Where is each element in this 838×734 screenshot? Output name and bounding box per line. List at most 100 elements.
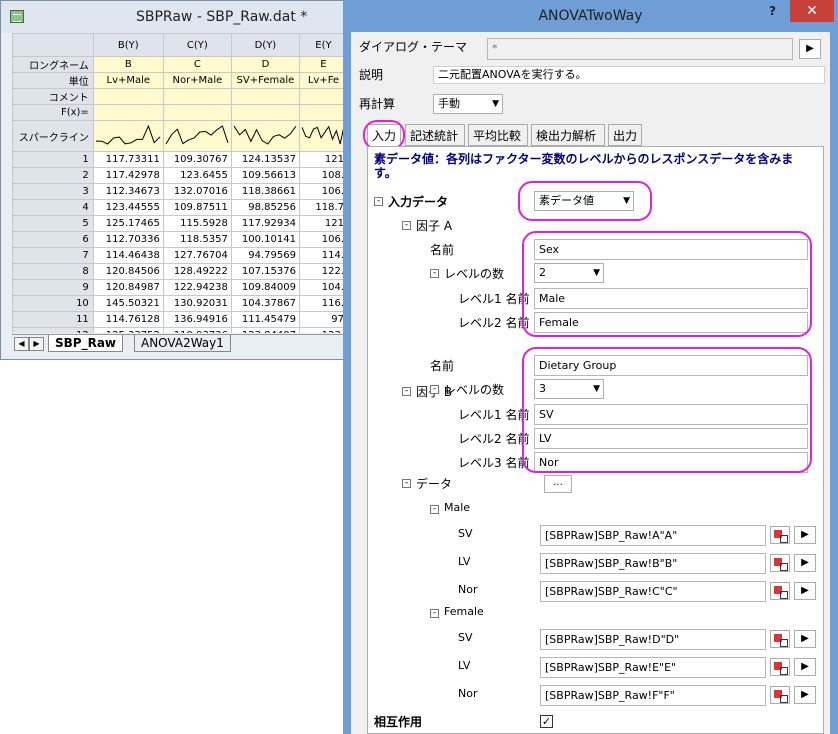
meta-cell[interactable]: Lv+Fe xyxy=(298,72,347,89)
data-cell[interactable]: 122.94238 xyxy=(162,279,232,296)
interaction-checkbox[interactable]: ✓ xyxy=(540,715,553,728)
meta-cell[interactable] xyxy=(162,104,232,121)
range-menu-button[interactable]: ▶ xyxy=(794,554,816,572)
female-lv-range[interactable]: [SBPRaw]SBP_Raw!E"E" xyxy=(540,657,766,678)
range-picker-icon[interactable] xyxy=(770,630,790,648)
sparkline-cell[interactable] xyxy=(162,120,232,152)
meta-cell[interactable] xyxy=(162,88,232,105)
data-cell[interactable]: 100.10141 xyxy=(230,231,300,248)
data-cell[interactable]: 115.5928 xyxy=(162,215,232,232)
sparkline-cell[interactable] xyxy=(298,120,347,152)
collapse-factor-b-levels-icon[interactable]: - xyxy=(430,385,439,394)
data-cell[interactable]: 132.07016 xyxy=(162,183,232,200)
collapse-data-icon[interactable]: - xyxy=(402,479,411,488)
male-lv-range[interactable]: [SBPRaw]SBP_Raw!B"B" xyxy=(540,553,766,574)
meta-cell[interactable]: Lv+Male xyxy=(92,72,164,89)
data-cell[interactable]: 123.44555 xyxy=(92,199,164,216)
meta-cell[interactable]: E xyxy=(298,56,347,73)
range-menu-button[interactable]: ▶ xyxy=(794,526,816,544)
row-header[interactable]: 1 xyxy=(12,151,94,168)
data-cell[interactable]: 97 xyxy=(298,311,347,328)
data-cell[interactable]: 109.87511 xyxy=(162,199,232,216)
range-menu-button[interactable]: ▶ xyxy=(794,658,816,676)
female-sv-range[interactable]: [SBPRaw]SBP_Raw!D"D" xyxy=(540,629,766,650)
tab-power-analysis[interactable]: 検出力解析 xyxy=(531,124,605,146)
range-menu-button[interactable]: ▶ xyxy=(794,630,816,648)
tab-means-comparison[interactable]: 平均比較 xyxy=(468,124,528,146)
data-cell[interactable]: 124.13537 xyxy=(230,151,300,168)
meta-cell[interactable]: D xyxy=(230,56,300,73)
data-cell[interactable]: 127.76704 xyxy=(162,247,232,264)
range-picker-icon[interactable] xyxy=(770,658,790,676)
sparkline-cell[interactable] xyxy=(230,120,300,152)
collapse-factor-a-icon[interactable]: - xyxy=(402,221,411,230)
meta-cell[interactable]: B xyxy=(92,56,164,73)
data-cell[interactable]: 109.84009 xyxy=(230,279,300,296)
corner-cell[interactable] xyxy=(12,33,94,57)
data-cell[interactable]: 117.92934 xyxy=(230,215,300,232)
data-cell[interactable]: 128.49222 xyxy=(162,263,232,280)
data-cell[interactable]: 98.85256 xyxy=(230,199,300,216)
data-cell[interactable]: 123. xyxy=(298,327,347,333)
collapse-female-icon[interactable]: - xyxy=(430,609,439,618)
data-cell[interactable]: 145.50321 xyxy=(92,295,164,312)
data-cell[interactable]: 109.30767 xyxy=(162,151,232,168)
row-header[interactable]: 5 xyxy=(12,215,94,232)
data-cell[interactable]: 118.7 xyxy=(298,199,347,216)
tab-descriptive-stats[interactable]: 記述統計 xyxy=(405,124,465,146)
data-cell[interactable]: 125.33752 xyxy=(92,327,164,333)
column-header[interactable]: C(Y) xyxy=(162,33,232,57)
collapse-factor-b-icon[interactable]: - xyxy=(402,387,411,396)
worksheet-grid[interactable]: B(Y) C(Y) D(Y) E(Y ロングネーム B C D E 単位 Lv+Male Nor+Ma… xyxy=(12,33,347,333)
row-header[interactable]: 6 xyxy=(12,231,94,248)
data-cell[interactable]: 118.38661 xyxy=(230,183,300,200)
data-cell[interactable]: 108. xyxy=(298,167,347,184)
range-picker-icon[interactable] xyxy=(770,582,790,600)
meta-cell[interactable] xyxy=(298,104,347,121)
collapse-factor-a-levels-icon[interactable]: - xyxy=(430,269,439,278)
meta-cell[interactable]: C xyxy=(162,56,232,73)
data-cell[interactable]: 121 xyxy=(298,151,347,168)
data-cell[interactable]: 106. xyxy=(298,183,347,200)
column-header[interactable]: E(Y xyxy=(298,33,347,57)
data-cell[interactable]: 120.84506 xyxy=(92,263,164,280)
row-header[interactable]: 2 xyxy=(12,167,94,184)
prev-sheet-button[interactable]: ◀ xyxy=(14,337,29,351)
row-header[interactable]: 10 xyxy=(12,295,94,312)
row-header[interactable]: 11 xyxy=(12,311,94,328)
female-nor-range[interactable]: [SBPRaw]SBP_Raw!F"F" xyxy=(540,685,766,706)
next-sheet-button[interactable]: ▶ xyxy=(29,337,44,351)
meta-cell[interactable] xyxy=(92,88,164,105)
meta-cell[interactable] xyxy=(230,88,300,105)
male-sv-range[interactable]: [SBPRaw]SBP_Raw!A"A" xyxy=(540,525,766,546)
data-cell[interactable]: 123.84407 xyxy=(230,327,300,333)
data-cell[interactable]: 122. xyxy=(298,263,347,280)
data-cell[interactable]: 123.6455 xyxy=(162,167,232,184)
data-cell[interactable]: 111.45479 xyxy=(230,311,300,328)
recalculate-select[interactable]: 手動 ▼ xyxy=(433,94,503,114)
data-cell[interactable]: 112.70336 xyxy=(92,231,164,248)
data-cell[interactable]: 136.94916 xyxy=(162,311,232,328)
row-header[interactable]: ロングネーム xyxy=(12,56,94,73)
range-picker-icon[interactable] xyxy=(770,686,790,704)
row-header[interactable]: 3 xyxy=(12,183,94,200)
row-header[interactable]: 7 xyxy=(12,247,94,264)
data-cell[interactable]: 130.92031 xyxy=(162,295,232,312)
worksheet-titlebar[interactable]: SBPRaw - SBP_Raw.dat * xyxy=(1,1,347,33)
data-cell[interactable]: 114. xyxy=(298,247,347,264)
data-cell[interactable]: 121 xyxy=(298,215,347,232)
male-nor-range[interactable]: [SBPRaw]SBP_Raw!C"C" xyxy=(540,581,766,602)
meta-cell[interactable] xyxy=(298,88,347,105)
sheet-tab-anova2way1[interactable]: ANOVA2Way1 xyxy=(134,335,231,352)
sparkline-cell[interactable] xyxy=(92,120,164,152)
range-picker-icon[interactable] xyxy=(770,526,790,544)
data-cell[interactable]: 117.73311 xyxy=(92,151,164,168)
range-picker-icon[interactable] xyxy=(770,554,790,572)
data-cell[interactable]: 94.79569 xyxy=(230,247,300,264)
row-header[interactable]: 12 xyxy=(12,327,94,333)
data-cell[interactable]: 114.76128 xyxy=(92,311,164,328)
meta-cell[interactable]: SV+Female xyxy=(230,72,300,89)
row-header[interactable]: F(x)= xyxy=(12,104,94,121)
row-header[interactable]: スパークライン xyxy=(12,120,94,152)
collapse-input-data-icon[interactable]: - xyxy=(374,197,383,206)
